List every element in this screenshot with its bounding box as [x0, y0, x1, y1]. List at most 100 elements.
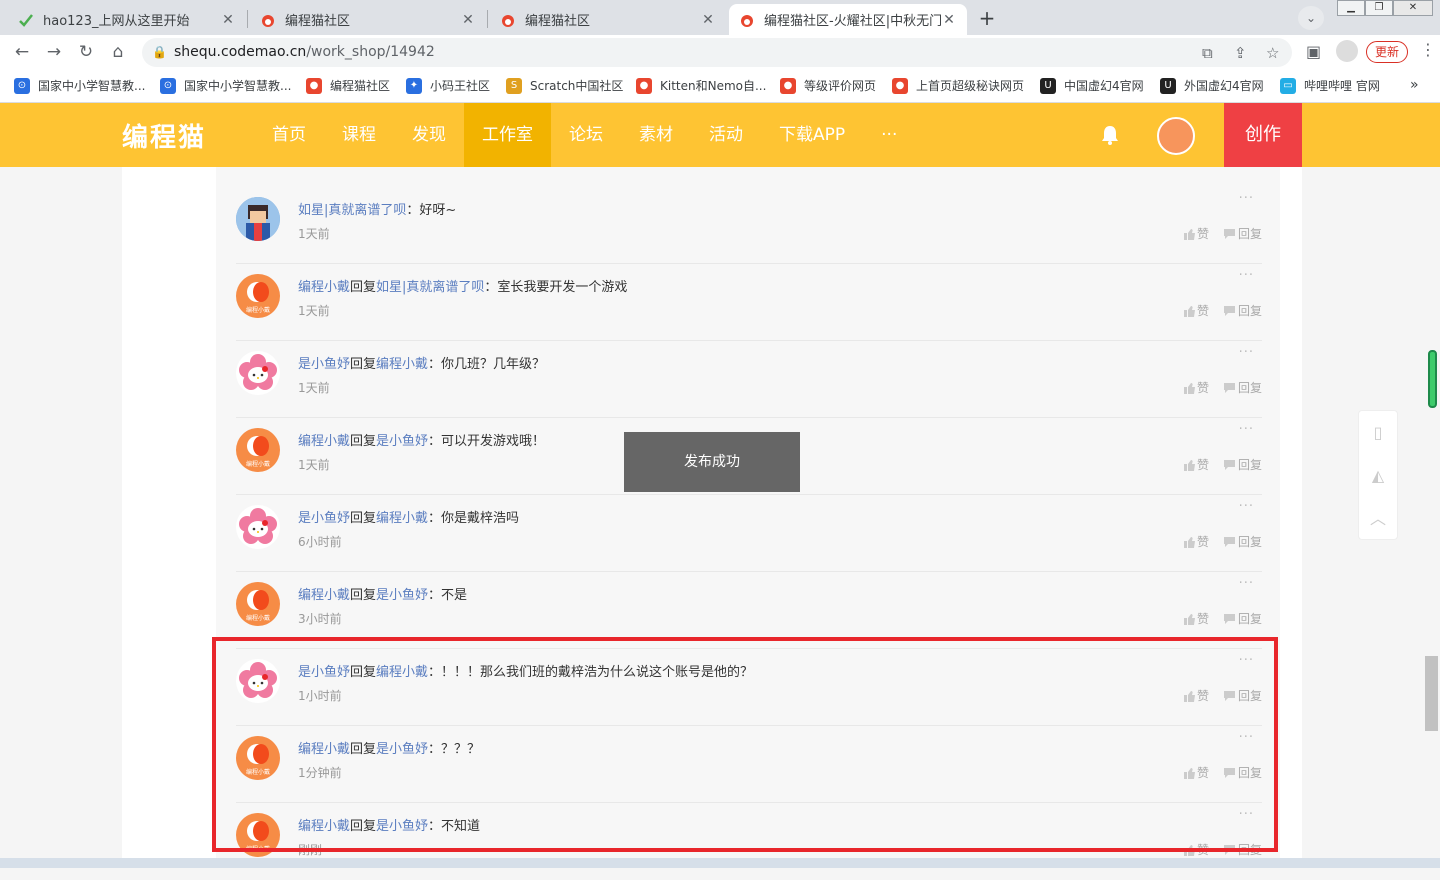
reload-icon[interactable]: ↻ — [74, 40, 98, 64]
reply-to-username[interactable]: 是小鱼妤 — [376, 588, 428, 603]
close-icon[interactable]: ✕ — [941, 12, 957, 28]
more-icon[interactable]: ··· — [1239, 499, 1254, 514]
like-button[interactable]: 赞 — [1183, 456, 1209, 473]
bookmark-item[interactable]: ● 等级评价网页 — [780, 77, 876, 94]
comment-text: 是小鱼妤回复编程小戴：你是戴梓浩吗 — [298, 507, 519, 526]
tab-search-icon[interactable]: ⌄ — [1298, 6, 1324, 30]
phone-icon[interactable]: ▯ — [1359, 411, 1397, 454]
scrollbar-thumb[interactable] — [1425, 656, 1438, 731]
new-tab-button[interactable]: + — [974, 6, 1000, 32]
comment-username[interactable]: 如星|真就离谱了呗 — [298, 203, 406, 218]
qq-icon[interactable]: ◭ — [1359, 454, 1397, 497]
minimize-icon[interactable]: ▁ — [1337, 0, 1365, 16]
nav-download-app[interactable]: 下载APP — [761, 103, 863, 167]
nav-courses[interactable]: 课程 — [324, 103, 394, 167]
nav-home[interactable]: 首页 — [254, 103, 324, 167]
tab-codemao-2[interactable]: 编程猫社区 ✕ — [490, 4, 726, 35]
bookmarks-overflow-icon[interactable]: » — [1410, 77, 1419, 93]
reply-to-username[interactable]: 编程小戴 — [376, 511, 428, 526]
bookmark-item[interactable]: ⊙ 国家中小学智慧教... — [14, 77, 145, 94]
user-avatar[interactable]: 编程小戴 — [236, 428, 280, 472]
more-icon[interactable]: ··· — [1239, 422, 1254, 437]
nav-events[interactable]: 活动 — [691, 103, 761, 167]
nav-materials[interactable]: 素材 — [621, 103, 691, 167]
nav-more[interactable]: ··· — [863, 103, 915, 167]
bookmark-label: 等级评价网页 — [804, 79, 877, 93]
like-button[interactable]: 赞 — [1183, 379, 1209, 396]
reply-button[interactable]: 回复 — [1223, 610, 1262, 627]
reply-to-username[interactable]: 编程小戴 — [376, 357, 428, 372]
share-icon[interactable]: ⇪ — [1234, 44, 1247, 62]
menu-icon[interactable]: ⋮ — [1420, 40, 1436, 59]
bell-icon[interactable] — [1098, 123, 1122, 147]
bookmark-item[interactable]: ✦ 小码王社区 — [406, 77, 490, 94]
bookmark-item[interactable]: ⊙ 国家中小学智慧教... — [160, 77, 291, 94]
more-icon[interactable]: ··· — [1239, 345, 1254, 360]
like-button[interactable]: 赞 — [1183, 533, 1209, 550]
update-button[interactable]: 更新 — [1366, 41, 1408, 63]
comment-username[interactable]: 是小鱼妤 — [298, 357, 350, 372]
address-bar[interactable]: 🔒 shequ.codemao.cn/work_shop/14942 ⧉ ⇪ ☆ — [142, 38, 1292, 67]
nav-workshop[interactable]: 工作室 — [464, 103, 551, 167]
bookmark-label: 上首页超级秘诀网页 — [916, 79, 1025, 93]
like-button[interactable]: 赞 — [1183, 302, 1209, 319]
home-icon[interactable]: ⌂ — [106, 40, 130, 64]
tab-codemao-active[interactable]: 编程猫社区-火耀社区|中秋无门槛 ✕ — [729, 4, 967, 35]
bookmark-item[interactable]: U 中国虚幻4官网 — [1040, 77, 1144, 94]
maximize-icon[interactable]: ❐ — [1365, 0, 1393, 16]
back-to-top-icon[interactable]: ︿ — [1359, 497, 1397, 540]
comment-username[interactable]: 是小鱼妤 — [298, 511, 350, 526]
close-window-icon[interactable]: ✕ — [1393, 0, 1433, 16]
user-avatar[interactable]: 编程小戴 — [236, 582, 280, 626]
comment-username[interactable]: 编程小戴 — [298, 280, 350, 295]
nav-discover[interactable]: 发现 — [394, 103, 464, 167]
user-avatar[interactable] — [236, 351, 280, 395]
more-icon[interactable]: ··· — [1239, 191, 1254, 206]
bookmark-item[interactable]: ● 编程猫社区 — [306, 77, 390, 94]
bookmark-item[interactable]: ▭ 哔哩哔哩 官网 — [1280, 77, 1380, 94]
close-icon[interactable]: ✕ — [460, 12, 476, 28]
reply-to-username[interactable]: 如星|真就离谱了呗 — [376, 280, 484, 295]
translate-icon[interactable]: ⧉ — [1202, 44, 1213, 62]
bookmark-label: 外国虚幻4官网 — [1184, 79, 1264, 93]
user-avatar[interactable] — [236, 197, 280, 241]
bookmark-star-icon[interactable]: ☆ — [1266, 44, 1279, 62]
reply-button[interactable]: 回复 — [1223, 456, 1262, 473]
user-avatar[interactable] — [236, 505, 280, 549]
nav-forum[interactable]: 论坛 — [551, 103, 621, 167]
tab-codemao-1[interactable]: 编程猫社区 ✕ — [250, 4, 486, 35]
like-button[interactable]: 赞 — [1183, 225, 1209, 242]
bookmark-item[interactable]: U 外国虚幻4官网 — [1160, 77, 1264, 94]
reply-button[interactable]: 回复 — [1223, 225, 1262, 242]
tab-hao123[interactable]: hao123_上网从这里开始 ✕ — [8, 4, 246, 35]
reply-label: 回复 — [1237, 612, 1262, 626]
scroll-indicator[interactable] — [1428, 350, 1437, 408]
back-icon[interactable]: ← — [10, 40, 34, 64]
site-logo[interactable]: 编程猫 — [122, 117, 206, 154]
close-icon[interactable]: ✕ — [220, 12, 236, 28]
comment-username[interactable]: 编程小戴 — [298, 588, 350, 603]
user-avatar[interactable]: 编程小戴 — [236, 274, 280, 318]
bookmark-item[interactable]: ● Kitten和Nemo自... — [636, 77, 766, 94]
side-panel-icon[interactable]: ▣ — [1306, 42, 1321, 61]
close-icon[interactable]: ✕ — [700, 12, 716, 28]
thumbs-up-icon — [1183, 228, 1195, 240]
comment-username[interactable]: 编程小戴 — [298, 434, 350, 449]
bookmark-item[interactable]: ● 上首页超级秘诀网页 — [892, 77, 1024, 94]
like-button[interactable]: 赞 — [1183, 610, 1209, 627]
comment-item: 是小鱼妤回复编程小戴：你是戴梓浩吗 6小时前 ··· 赞回复 — [236, 495, 1262, 572]
forward-icon[interactable]: → — [42, 40, 66, 64]
reply-button[interactable]: 回复 — [1223, 379, 1262, 396]
profile-icon[interactable] — [1336, 40, 1358, 62]
side-toolbar: ▯ ◭ ︿ — [1358, 410, 1398, 540]
user-avatar[interactable] — [1157, 117, 1195, 155]
bookmark-item[interactable]: S Scratch中国社区 — [506, 77, 623, 94]
reply-button[interactable]: 回复 — [1223, 533, 1262, 550]
reply-to-username[interactable]: 是小鱼妤 — [376, 434, 428, 449]
more-icon[interactable]: ··· — [1239, 268, 1254, 283]
tab-title: 编程猫社区 — [285, 14, 351, 29]
more-icon[interactable]: ··· — [1239, 576, 1254, 591]
reply-button[interactable]: 回复 — [1223, 302, 1262, 319]
create-button[interactable]: 创作 — [1224, 103, 1302, 167]
reply-word: 回复 — [350, 511, 377, 526]
